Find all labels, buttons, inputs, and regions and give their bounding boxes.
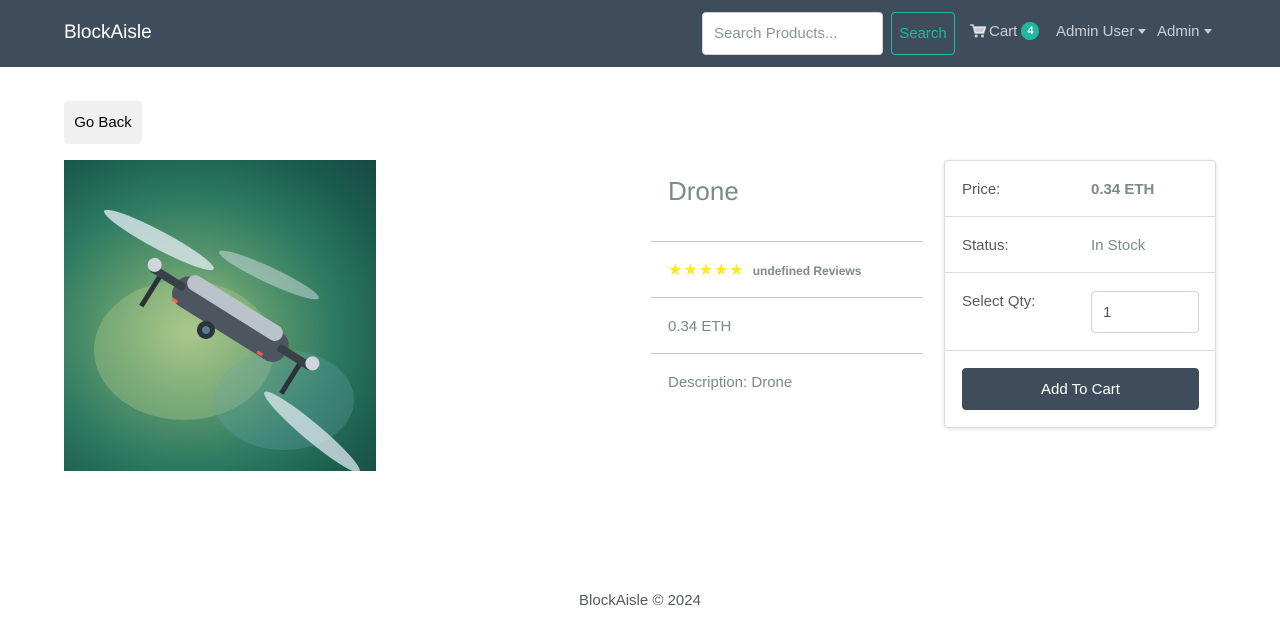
drone-image-illustration (94, 209, 360, 471)
product-rating: ★ ★ ★ ★ ★ undefined Reviews (668, 262, 861, 280)
search-input[interactable] (702, 12, 883, 55)
shopping-cart-icon (970, 24, 986, 38)
price-value: 0.34 ETH (1091, 181, 1155, 198)
quantity-label: Select Qty: (962, 293, 1036, 310)
chevron-down-icon (1138, 28, 1147, 34)
admin-menu-dropdown[interactable]: Admin (1157, 20, 1212, 42)
divider (651, 297, 923, 298)
status-label: Status: (962, 237, 1009, 254)
search-button[interactable]: Search (891, 12, 955, 55)
star-icon: ★ (668, 262, 683, 279)
divider (651, 353, 923, 354)
user-menu-dropdown[interactable]: Admin User (1056, 20, 1147, 42)
star-icon: ★ (698, 262, 714, 279)
quantity-input[interactable] (1091, 291, 1199, 333)
add-to-cart-card: Price: 0.34 ETH Status: In Stock Select … (944, 160, 1216, 428)
status-row: Status: In Stock (945, 217, 1215, 273)
user-menu-label: Admin User (1056, 22, 1135, 40)
product-description-text: Description: Drone (668, 374, 793, 391)
star-icon: ★ (714, 262, 729, 279)
product-price-text: 0.34 ETH (668, 318, 732, 335)
star-icon: ★ (729, 262, 744, 279)
add-to-cart-button[interactable]: Add To Cart (962, 368, 1199, 410)
admin-menu-label: Admin (1157, 22, 1200, 40)
cart-link[interactable]: Cart 4 (970, 20, 1040, 42)
reviews-count-text: undefined Reviews (752, 264, 862, 278)
footer-copyright: BlockAisle © 2024 (579, 592, 701, 609)
navbar: BlockAisle Search Cart 4 Admin User Admi… (0, 0, 1280, 67)
price-row: Price: 0.34 ETH (945, 161, 1215, 217)
price-label: Price: (962, 181, 1001, 198)
product-image (64, 160, 376, 471)
status-value: In Stock (1091, 237, 1146, 254)
cart-label: Cart (989, 22, 1018, 40)
chevron-down-icon (1203, 28, 1212, 34)
divider (651, 241, 923, 242)
cart-count-badge: 4 (1021, 22, 1040, 40)
go-back-button[interactable]: Go Back (64, 101, 142, 144)
star-icon: ★ (683, 262, 698, 279)
product-title: Drone (668, 176, 739, 206)
brand-logo-link[interactable]: BlockAisle (64, 22, 152, 44)
